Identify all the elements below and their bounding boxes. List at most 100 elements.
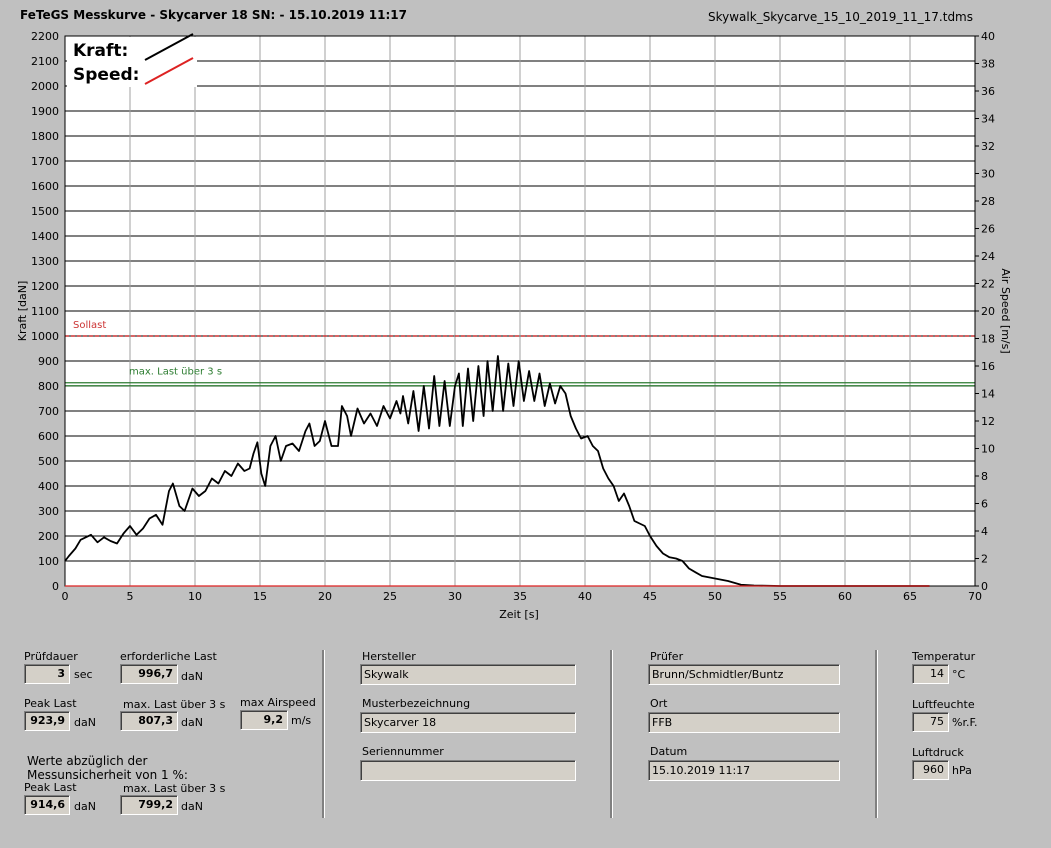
y-tick-label: 1900 (31, 105, 59, 118)
seriennummer-label: Seriennummer (362, 745, 444, 758)
musterbezeichnung-label: Musterbezeichnung (362, 697, 471, 710)
y2-tick-label: 14 (981, 388, 995, 401)
y-tick-label: 2100 (31, 55, 59, 68)
y2-tick-label: 0 (981, 580, 988, 593)
pruefdauer-unit: sec (74, 668, 93, 681)
max-airspeed-field: 9,2 (240, 710, 288, 730)
x-tick-label: 5 (127, 590, 134, 603)
x-tick-label: 55 (773, 590, 787, 603)
peak-last-label: Peak Last (24, 697, 77, 710)
legend-speed-label: Speed: (73, 65, 139, 85)
y-tick-label: 900 (38, 355, 59, 368)
x-tick-label: 15 (253, 590, 267, 603)
ort-field: FFB (648, 712, 840, 733)
y2-tick-label: 18 (981, 333, 995, 346)
y-tick-label: 800 (38, 380, 59, 393)
y2-tick-label: 6 (981, 498, 988, 511)
y2-tick-label: 10 (981, 443, 995, 456)
y-tick-label: 1200 (31, 280, 59, 293)
y2-tick-label: 4 (981, 525, 988, 538)
separator (322, 650, 325, 818)
max-airspeed-label: max Airspeed (240, 696, 316, 709)
force-chart: Sollastmax. Last über 3 s 01002003004005… (16, 30, 1012, 621)
x-tick-label: 35 (513, 590, 527, 603)
x-tick-label: 70 (968, 590, 982, 603)
x-tick-label: 25 (383, 590, 397, 603)
y-tick-label: 2200 (31, 30, 59, 43)
max-last-field: 807,3 (120, 711, 178, 731)
y-tick-label: 0 (52, 580, 59, 593)
y-tick-label: 1600 (31, 180, 59, 193)
y-tick-label: 1700 (31, 155, 59, 168)
max-last-corr-label: max. Last über 3 s (123, 782, 226, 795)
y-tick-label: 1400 (31, 230, 59, 243)
y2-tick-label: 20 (981, 305, 995, 318)
sollast-label: Sollast (73, 320, 106, 331)
max-last-label: max. Last über 3 s (123, 698, 226, 711)
max-last-corr-field: 799,2 (120, 795, 178, 815)
y-tick-label: 200 (38, 530, 59, 543)
y-tick-label: 1500 (31, 205, 59, 218)
y2-tick-label: 34 (981, 113, 995, 126)
y-tick-label: 1000 (31, 330, 59, 343)
y-tick-label: 600 (38, 430, 59, 443)
temperatur-label: Temperatur (912, 650, 976, 663)
y-tick-label: 400 (38, 480, 59, 493)
ort-label: Ort (650, 697, 668, 710)
legend-kraft-label: Kraft: (73, 41, 128, 61)
luftdruck-unit: hPa (952, 764, 972, 777)
luftfeuchte-field: 75 (912, 712, 949, 732)
peak-last-corr-field: 914,6 (24, 795, 70, 815)
y-tick-label: 300 (38, 505, 59, 518)
peak-last-corr-unit: daN (74, 800, 96, 813)
y-tick-label: 1300 (31, 255, 59, 268)
x-tick-label: 60 (838, 590, 852, 603)
erforderliche-last-field: 996,7 (120, 664, 178, 684)
seriennummer-field (360, 760, 576, 781)
y2-tick-label: 16 (981, 360, 995, 373)
y2-tick-label: 36 (981, 85, 995, 98)
y2-tick-label: 28 (981, 195, 995, 208)
peak-last-field: 923,9 (24, 711, 70, 731)
y2-tick-label: 40 (981, 30, 995, 43)
separator (875, 650, 878, 818)
temperatur-field: 14 (912, 664, 949, 684)
x-tick-label: 0 (62, 590, 69, 603)
pruefer-field: Brunn/Schmidtler/Buntz (648, 664, 840, 685)
datum-field: 15.10.2019 11:17 (648, 760, 840, 781)
max-last-ref-label: max. Last über 3 s (129, 366, 222, 377)
peak-last-corr-label: Peak Last (24, 781, 77, 794)
luftdruck-field: 960 (912, 760, 949, 780)
erforderliche-last-label: erforderliche Last (120, 650, 217, 663)
x-axis-label: Zeit [s] (499, 608, 538, 621)
y-tick-label: 500 (38, 455, 59, 468)
x-tick-label: 10 (188, 590, 202, 603)
y2-tick-label: 32 (981, 140, 995, 153)
x-tick-label: 45 (643, 590, 657, 603)
pruefdauer-field: 3 (24, 664, 70, 684)
max-airspeed-unit: m/s (291, 714, 312, 727)
y-tick-label: 1800 (31, 130, 59, 143)
y2-tick-label: 30 (981, 168, 995, 181)
werte-note-line1: Werte abzüglich der (27, 754, 148, 768)
datum-label: Datum (650, 745, 688, 758)
y-tick-label: 100 (38, 555, 59, 568)
y2-tick-label: 22 (981, 278, 995, 291)
x-tick-label: 65 (903, 590, 917, 603)
x-tick-label: 40 (578, 590, 592, 603)
pruefer-label: Prüfer (650, 650, 684, 663)
max-last-unit: daN (181, 716, 203, 729)
separator (610, 650, 613, 818)
temperatur-unit: °C (952, 668, 966, 681)
peak-last-unit: daN (74, 716, 96, 729)
y-tick-label: 1100 (31, 305, 59, 318)
y-axis-label: Kraft [daN] (16, 281, 29, 342)
y2-tick-label: 2 (981, 553, 988, 566)
y2-tick-label: 24 (981, 250, 995, 263)
werte-note-line2: Messunsicherheit von 1 %: (27, 768, 188, 782)
y2-tick-label: 12 (981, 415, 995, 428)
y2-tick-label: 38 (981, 58, 995, 71)
x-tick-label: 20 (318, 590, 332, 603)
x-tick-label: 50 (708, 590, 722, 603)
luftfeuchte-label: Luftfeuchte (912, 698, 975, 711)
